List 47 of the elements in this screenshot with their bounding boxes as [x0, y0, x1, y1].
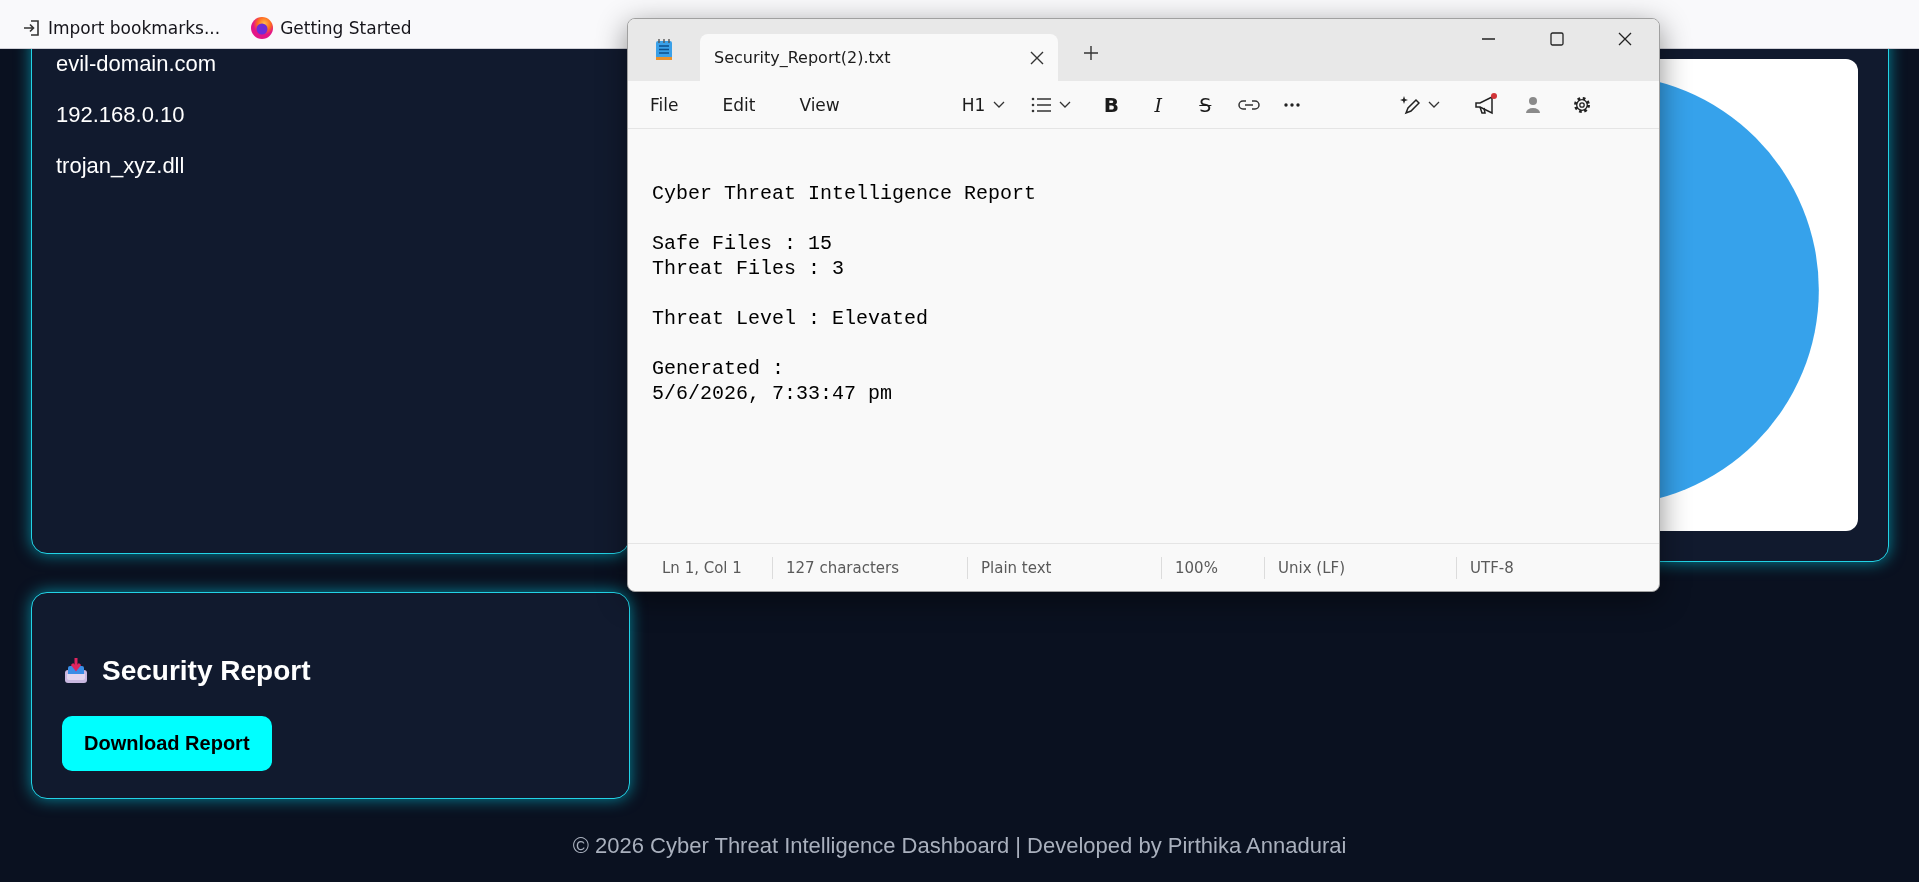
plus-icon — [1084, 46, 1098, 60]
bookmark-link[interactable]: Import bookmarks... — [18, 16, 225, 40]
menu-item[interactable]: View — [787, 88, 852, 121]
list-icon — [1031, 95, 1052, 114]
import-icon — [22, 18, 42, 38]
sparkle-pen-icon — [1400, 94, 1421, 115]
status-text: Plain text — [981, 558, 1052, 577]
indicator-text: trojan_xyz.dll — [56, 153, 186, 179]
notepad-icon — [653, 38, 675, 62]
document-line: Cyber Threat Intelligence Report — [652, 181, 1038, 206]
megaphone-icon — [1474, 94, 1495, 115]
document-line: Safe Files : 15 — [652, 231, 834, 256]
close-icon[interactable] — [1030, 50, 1044, 65]
document-line: 5/6/2026, 7:33:47 pm — [652, 381, 894, 406]
document-line: Threat Level : Elevated — [652, 306, 930, 331]
menu-item[interactable]: Edit — [710, 88, 768, 121]
more-icon — [1284, 102, 1301, 107]
text-editor-area[interactable]: Cyber Threat Intelligence Report Safe Files : 15 Threat Files : 3 Threat Level : Elevated Generated : 5/6/2026, 7:33:47 pm — [628, 129, 1659, 543]
footer-text: © 2026 Cyber Threat Intelligence Dashboard | Developed by Pirthika Annadurai — [572, 833, 1347, 858]
strikethrough-button[interactable]: S — [1185, 87, 1226, 122]
bold-button[interactable]: B — [1091, 87, 1132, 122]
chevron-down-icon — [1428, 101, 1441, 108]
indicator-text: evil-domain.com — [56, 51, 218, 77]
italic-button[interactable]: I — [1138, 87, 1179, 122]
settings-icon — [1572, 94, 1593, 115]
indicator-text: 192.168.0.10 — [56, 102, 186, 128]
chevron-down-icon — [1059, 101, 1072, 108]
person-icon — [1524, 95, 1543, 114]
download-report-button[interactable]: Download Report — [62, 716, 272, 771]
status-text: Unix (LF) — [1278, 558, 1345, 577]
status-text: UTF-8 — [1470, 558, 1514, 577]
document-line: Threat Files : 3 — [652, 256, 846, 281]
inbox-tray-icon — [62, 657, 90, 685]
browser-logo-icon — [250, 16, 275, 40]
menu-item[interactable]: File — [638, 88, 691, 121]
document-line: Generated : — [652, 356, 786, 381]
close-icon — [1618, 32, 1632, 46]
heading-dropdown[interactable]: H1 — [953, 88, 1014, 121]
tab-title: Security_Report(2).txt — [714, 48, 891, 67]
card-title: Security Report — [102, 655, 311, 687]
bookmark-link[interactable]: Getting Started — [246, 14, 416, 42]
document-tab[interactable]: Security_Report(2).txt — [700, 34, 1058, 81]
status-text: 127 characters — [786, 558, 900, 577]
status-text: 100% — [1175, 558, 1218, 577]
maximize-icon — [1550, 32, 1564, 46]
chevron-down-icon — [993, 101, 1006, 108]
status-text: Ln 1, Col 1 — [662, 558, 742, 577]
